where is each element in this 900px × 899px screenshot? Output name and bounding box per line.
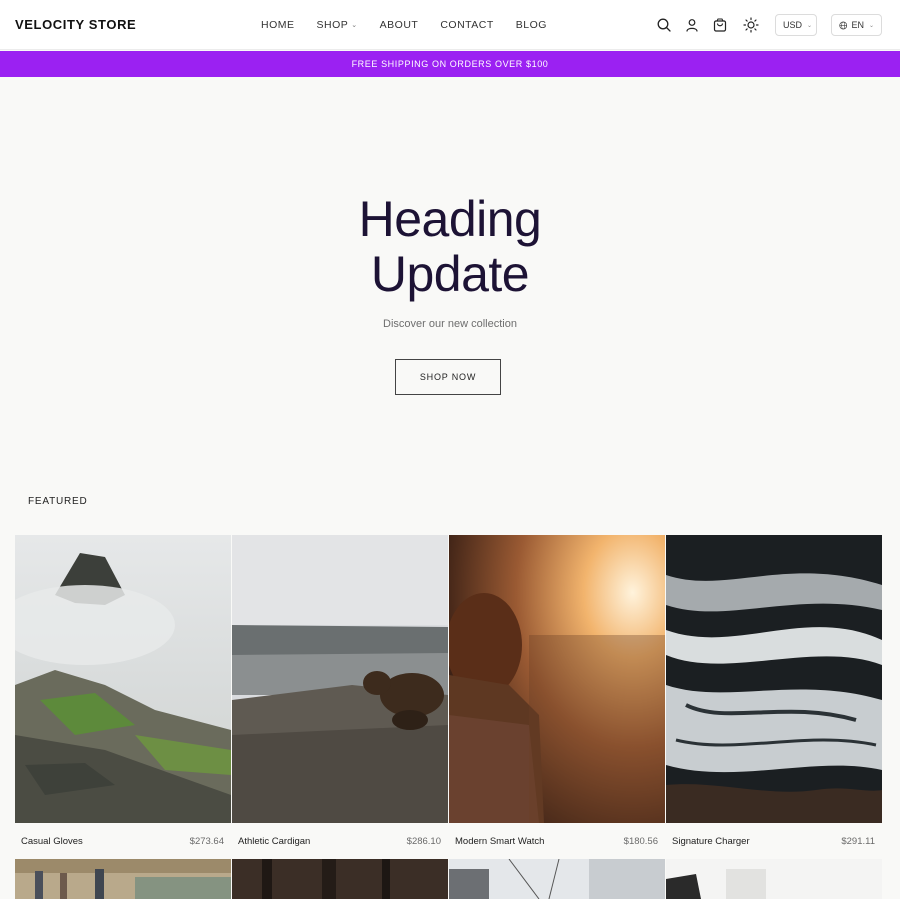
product-image[interactable]: [449, 859, 665, 899]
product-image[interactable]: [15, 859, 231, 899]
announcement-text: FREE SHIPPING ON ORDERS OVER $100: [351, 59, 549, 69]
site-header: VELOCITY STORE HOME SHOP ⌄ ABOUT CONTACT …: [0, 0, 900, 50]
product-name[interactable]: Athletic Cardigan: [238, 836, 310, 847]
product-image[interactable]: [449, 535, 665, 823]
product-image[interactable]: [666, 859, 882, 899]
product-meta: Casual Gloves $273.64: [15, 823, 231, 859]
search-icon[interactable]: [656, 17, 672, 33]
currency-value: USD: [783, 20, 803, 30]
currency-select[interactable]: USD ⌄: [775, 14, 817, 36]
product-name[interactable]: Casual Gloves: [21, 836, 83, 847]
store-logo[interactable]: VELOCITY STORE: [15, 17, 136, 32]
hero-title-line2: Update: [370, 246, 530, 302]
shop-now-button[interactable]: SHOP NOW: [395, 359, 501, 395]
product-grid: Casual Gloves $273.64 Athletic Cardigan …: [15, 535, 882, 859]
hero-title: Heading Update: [0, 192, 900, 302]
chevron-down-icon: ⌄: [868, 22, 874, 29]
announcement-bar: FREE SHIPPING ON ORDERS OVER $100: [0, 51, 900, 77]
nav-shop[interactable]: SHOP ⌄: [317, 19, 358, 31]
cart-icon[interactable]: [712, 17, 728, 33]
product-price: $286.10: [406, 835, 441, 847]
product-image[interactable]: [232, 535, 448, 823]
product-meta: Signature Charger $291.11: [666, 823, 882, 859]
nav-home-label: HOME: [261, 19, 295, 31]
product-meta: Modern Smart Watch $180.56: [449, 823, 665, 859]
user-icon[interactable]: [684, 17, 700, 33]
product-meta: Athletic Cardigan $286.10: [232, 823, 448, 859]
nav-blog[interactable]: BLOG: [516, 19, 547, 31]
nav-about-label: ABOUT: [379, 19, 419, 31]
chevron-down-icon: ⌄: [807, 22, 813, 29]
product-name[interactable]: Signature Charger: [672, 836, 750, 847]
product-name[interactable]: Modern Smart Watch: [455, 836, 544, 847]
nav-about[interactable]: ABOUT: [380, 19, 419, 31]
product-image[interactable]: [232, 859, 448, 899]
product-image[interactable]: [15, 535, 231, 823]
product-grid-row-2: [15, 859, 882, 899]
sun-icon[interactable]: [743, 17, 759, 33]
featured-heading: FEATURED: [28, 496, 88, 507]
product-price: $273.64: [189, 835, 224, 847]
product-price: $291.11: [841, 835, 875, 847]
hero-title-line1: Heading: [358, 191, 542, 247]
nav-contact[interactable]: CONTACT: [440, 19, 493, 31]
hero-subtitle: Discover our new collection: [383, 318, 517, 330]
nav-blog-label: BLOG: [515, 19, 547, 31]
product-card[interactable]: Casual Gloves $273.64: [15, 535, 231, 859]
language-select[interactable]: EN ⌄: [831, 14, 882, 36]
product-card[interactable]: Modern Smart Watch $180.56: [449, 535, 665, 859]
product-card[interactable]: Athletic Cardigan $286.10: [232, 535, 448, 859]
nav-contact-label: CONTACT: [440, 19, 494, 31]
main-nav: HOME SHOP ⌄ ABOUT CONTACT BLOG: [261, 19, 569, 31]
product-price: $180.56: [623, 835, 658, 847]
product-image[interactable]: [666, 535, 882, 823]
globe-icon: [839, 21, 848, 29]
product-card[interactable]: Signature Charger $291.11: [666, 535, 882, 859]
language-value: EN: [851, 20, 864, 30]
nav-home[interactable]: HOME: [261, 19, 295, 31]
nav-shop-label: SHOP: [316, 19, 349, 31]
chevron-down-icon: ⌄: [351, 22, 358, 29]
